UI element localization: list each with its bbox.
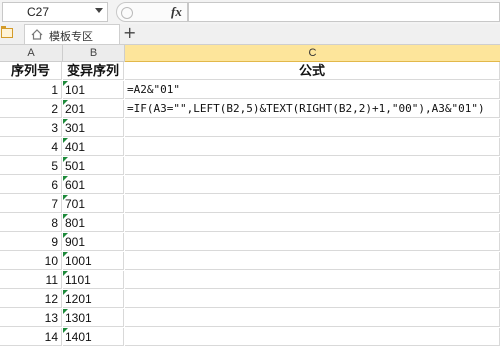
cell-variant-sequence[interactable]: 901 [63, 233, 124, 251]
cell-sequence-number[interactable]: 3 [0, 119, 62, 137]
chevron-down-icon[interactable] [95, 8, 103, 13]
cell-variant-sequence[interactable]: 301 [63, 119, 124, 137]
table-row: 3 301 [0, 119, 500, 138]
table-row: 12 1201 [0, 290, 500, 309]
zoom-icon[interactable] [121, 7, 133, 19]
table-row: 10 1001 [0, 252, 500, 271]
cell-variant-sequence[interactable]: 1101 [63, 271, 124, 289]
cell-sequence-number[interactable]: 5 [0, 157, 62, 175]
folder-icon[interactable] [1, 26, 13, 38]
table-row: 5 501 [0, 157, 500, 176]
error-indicator-icon[interactable] [63, 271, 68, 276]
column-header-a[interactable]: A [0, 45, 63, 62]
cell-sequence-number[interactable]: 11 [0, 271, 62, 289]
error-indicator-icon[interactable] [63, 195, 68, 200]
column-header-b[interactable]: B [63, 45, 125, 62]
error-indicator-icon[interactable] [63, 252, 68, 257]
table-row: 2 201 =IF(A3="",LEFT(B2,5)&TEXT(RIGHT(B2,2… [0, 100, 500, 119]
cell-formula[interactable] [125, 309, 500, 327]
insert-function-icon[interactable]: fx [171, 4, 182, 20]
table-row: 11 1101 [0, 271, 500, 290]
cell-sequence-number[interactable]: 12 [0, 290, 62, 308]
cell-variant-sequence[interactable]: 1301 [63, 309, 124, 327]
cell-sequence-number[interactable]: 2 [0, 100, 62, 118]
cell-formula[interactable] [125, 252, 500, 270]
cell-formula[interactable] [125, 290, 500, 308]
error-indicator-icon[interactable] [63, 100, 68, 105]
cell-sequence-number[interactable]: 8 [0, 214, 62, 232]
cell-variant-sequence[interactable]: 1001 [63, 252, 124, 270]
error-indicator-icon[interactable] [63, 290, 68, 295]
add-tab-button[interactable]: + [123, 23, 136, 42]
cell-formula[interactable] [125, 138, 500, 156]
cell-variant-sequence[interactable]: 801 [63, 214, 124, 232]
cell-formula[interactable]: =IF(A3="",LEFT(B2,5)&TEXT(RIGHT(B2,2)+1,… [125, 100, 500, 118]
table-row: 6 601 [0, 176, 500, 195]
cell-variant-sequence[interactable]: 501 [63, 157, 124, 175]
error-indicator-icon[interactable] [63, 119, 68, 124]
error-indicator-icon[interactable] [63, 138, 68, 143]
spreadsheet-grid[interactable]: A B C 序列号 变异序列 公式 1 101 =A2&"01" 2 201 =IF(A3… [0, 45, 500, 346]
table-row: 9 901 [0, 233, 500, 252]
formula-bar: C27 fx [0, 0, 500, 25]
formula-input[interactable] [188, 2, 500, 22]
cell-variant-sequence[interactable]: 601 [63, 176, 124, 194]
cell-variant-sequence[interactable]: 1401 [63, 328, 124, 346]
column-header-c[interactable]: C [125, 45, 500, 62]
error-indicator-icon[interactable] [63, 328, 68, 333]
cell-sequence-number[interactable]: 1 [0, 81, 62, 99]
cell-formula[interactable] [125, 214, 500, 232]
cell-formula[interactable] [125, 157, 500, 175]
table-row: 7 701 [0, 195, 500, 214]
cell-sequence-number[interactable]: 10 [0, 252, 62, 270]
cell-sequence-number[interactable]: 9 [0, 233, 62, 251]
table-row: 8 801 [0, 214, 500, 233]
table-row: 14 1401 [0, 328, 500, 347]
error-indicator-icon[interactable] [63, 214, 68, 219]
cell-formula[interactable]: =A2&"01" [125, 81, 500, 99]
home-icon [31, 29, 43, 40]
tab-label: 模板专区 [49, 30, 93, 43]
table-row: 1 101 =A2&"01" [0, 81, 500, 100]
cell-sequence-number[interactable]: 14 [0, 328, 62, 346]
cell-variant-sequence[interactable]: 101 [63, 81, 124, 99]
error-indicator-icon[interactable] [63, 157, 68, 162]
cell-variant-sequence[interactable]: 1201 [63, 290, 124, 308]
cell-formula[interactable] [125, 195, 500, 213]
table-row: 13 1301 [0, 309, 500, 328]
sheet-tab-bar: 模板专区 + [0, 23, 500, 45]
cell-variant-sequence[interactable]: 401 [63, 138, 124, 156]
table-row: 4 401 [0, 138, 500, 157]
error-indicator-icon[interactable] [63, 233, 68, 238]
name-box-value: C27 [27, 5, 50, 19]
cell-variant-sequence[interactable]: 701 [63, 195, 124, 213]
cell-formula[interactable] [125, 233, 500, 251]
cell-sequence-number[interactable]: 6 [0, 176, 62, 194]
cell-formula[interactable] [125, 328, 500, 346]
cell-formula[interactable] [125, 119, 500, 137]
cell-formula[interactable] [125, 176, 500, 194]
error-indicator-icon[interactable] [63, 309, 68, 314]
tab-template-zone[interactable]: 模板专区 [24, 24, 120, 44]
header-row: 序列号 变异序列 公式 [0, 62, 500, 81]
cell-formula[interactable] [125, 271, 500, 289]
cell-sequence-number[interactable]: 13 [0, 309, 62, 327]
cell-c-header[interactable]: 公式 [125, 62, 500, 80]
error-indicator-icon[interactable] [63, 176, 68, 181]
error-indicator-icon[interactable] [63, 81, 68, 86]
cell-sequence-number[interactable]: 4 [0, 138, 62, 156]
formula-controls: fx [116, 2, 188, 22]
name-box[interactable]: C27 [2, 2, 108, 22]
cell-variant-sequence[interactable]: 201 [63, 100, 124, 118]
cell-b-header[interactable]: 变异序列 [63, 62, 124, 80]
cell-a-header[interactable]: 序列号 [0, 62, 62, 80]
cell-sequence-number[interactable]: 7 [0, 195, 62, 213]
